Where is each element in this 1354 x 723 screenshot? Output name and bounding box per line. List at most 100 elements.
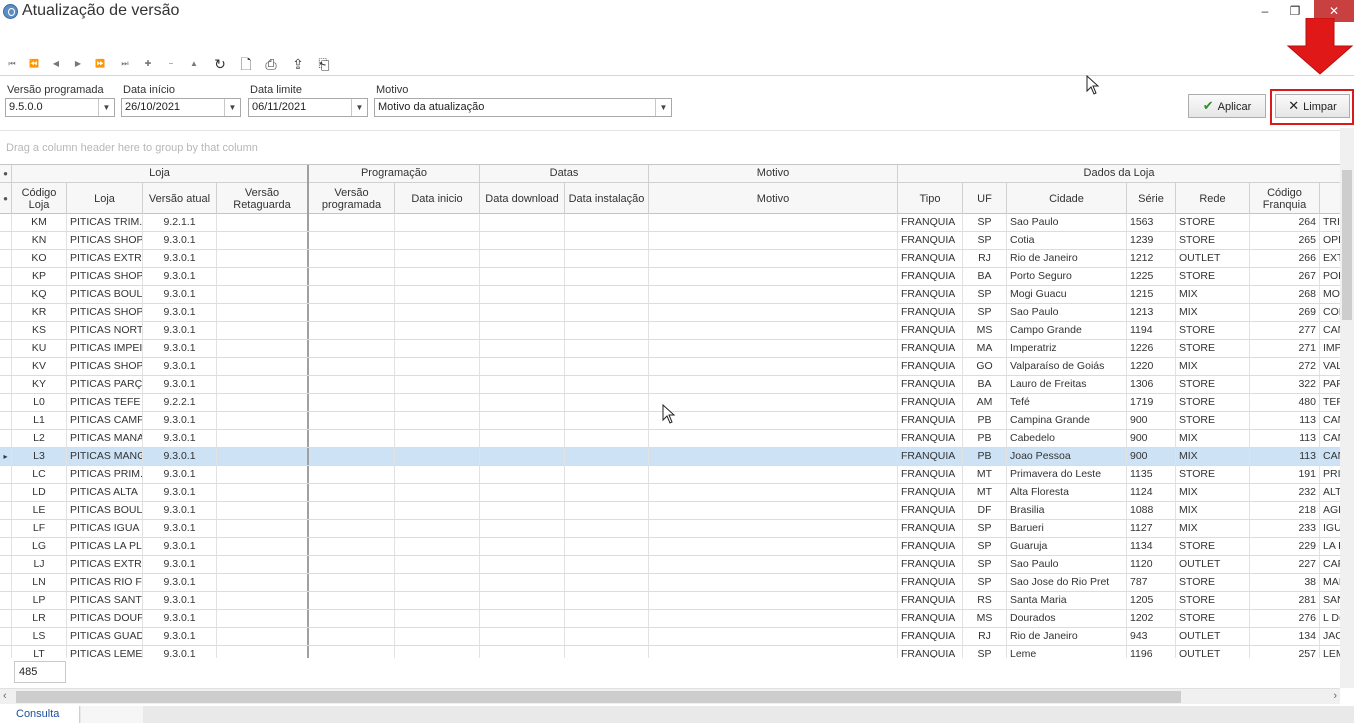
- cell-codigo-franquia[interactable]: 277: [1250, 322, 1320, 339]
- col-versao-atual[interactable]: Versão atual: [143, 183, 217, 214]
- row-indicator[interactable]: [0, 358, 12, 375]
- table-row[interactable]: KR PITICAS SHOP 9.3.0.1 FRANQUIA SP Sao Paulo…: [0, 304, 1340, 322]
- row-indicator[interactable]: [0, 232, 12, 249]
- cell-versao-programada[interactable]: [309, 286, 395, 303]
- cell-overflow[interactable]: EXT: [1320, 250, 1340, 267]
- cell-motivo[interactable]: [649, 610, 898, 627]
- cell-motivo[interactable]: [649, 592, 898, 609]
- table-row[interactable]: LN PITICAS RIO F 9.3.0.1 FRANQUIA SP Sao Jose…: [0, 574, 1340, 592]
- cell-rede[interactable]: MIX: [1176, 484, 1250, 501]
- cell-tipo[interactable]: FRANQUIA: [898, 448, 963, 465]
- cell-data-inicio[interactable]: [395, 466, 480, 483]
- cell-rede[interactable]: STORE: [1176, 340, 1250, 357]
- cell-serie[interactable]: 1215: [1127, 286, 1176, 303]
- table-row[interactable]: KN PITICAS SHOP 9.3.0.1 FRANQUIA SP Cotia 1239…: [0, 232, 1340, 250]
- cell-data-inicio[interactable]: [395, 250, 480, 267]
- cell-overflow[interactable]: MO: [1320, 286, 1340, 303]
- cell-rede[interactable]: MIX: [1176, 304, 1250, 321]
- cell-versao-retaguarda[interactable]: [217, 520, 309, 537]
- row-indicator[interactable]: [0, 502, 12, 519]
- cell-data-inicio[interactable]: [395, 628, 480, 645]
- cell-tipo[interactable]: FRANQUIA: [898, 466, 963, 483]
- cell-codigo-franquia[interactable]: 38: [1250, 574, 1320, 591]
- row-indicator[interactable]: [0, 574, 12, 591]
- row-indicator[interactable]: [0, 304, 12, 321]
- cell-rede[interactable]: STORE: [1176, 412, 1250, 429]
- cell-data-inicio[interactable]: [395, 304, 480, 321]
- band-programacao[interactable]: Programação: [309, 165, 480, 183]
- cell-loja[interactable]: PITICAS ALTA: [67, 484, 143, 501]
- cell-codigo-franquia[interactable]: 113: [1250, 412, 1320, 429]
- cell-uf[interactable]: GO: [963, 358, 1007, 375]
- cell-data-inicio[interactable]: [395, 556, 480, 573]
- table-row[interactable]: KQ PITICAS BOUL 9.3.0.1 FRANQUIA SP Mogi Guac…: [0, 286, 1340, 304]
- cell-versao-atual[interactable]: 9.3.0.1: [143, 412, 217, 429]
- cell-data-inicio[interactable]: [395, 592, 480, 609]
- band-loja[interactable]: Loja: [12, 165, 309, 183]
- cell-uf[interactable]: SP: [963, 646, 1007, 658]
- cell-overflow[interactable]: JAC: [1320, 628, 1340, 645]
- cell-versao-programada[interactable]: [309, 448, 395, 465]
- cell-versao-retaguarda[interactable]: [217, 430, 309, 447]
- cell-uf[interactable]: PB: [963, 430, 1007, 447]
- cell-codigo-franquia[interactable]: 266: [1250, 250, 1320, 267]
- cell-codigo-franquia[interactable]: 232: [1250, 484, 1320, 501]
- cell-loja[interactable]: PITICAS IMPEI: [67, 340, 143, 357]
- cell-cidade[interactable]: Valparaíso de Goiás: [1007, 358, 1127, 375]
- cell-data-download[interactable]: [480, 304, 565, 321]
- cell-cidade[interactable]: Dourados: [1007, 610, 1127, 627]
- cell-codigo-loja[interactable]: L3: [12, 448, 67, 465]
- cell-data-instalacao[interactable]: [565, 250, 649, 267]
- cell-serie[interactable]: 1088: [1127, 502, 1176, 519]
- row-indicator[interactable]: [0, 466, 12, 483]
- cell-versao-programada[interactable]: [309, 214, 395, 231]
- cell-data-instalacao[interactable]: [565, 484, 649, 501]
- cell-serie[interactable]: 1134: [1127, 538, 1176, 555]
- cell-serie[interactable]: 1225: [1127, 268, 1176, 285]
- cell-motivo[interactable]: [649, 646, 898, 658]
- cell-versao-programada[interactable]: [309, 304, 395, 321]
- row-indicator[interactable]: [0, 214, 12, 231]
- col-motivo[interactable]: Motivo: [649, 183, 898, 214]
- cell-versao-atual[interactable]: 9.3.0.1: [143, 232, 217, 249]
- cell-rede[interactable]: OUTLET: [1176, 250, 1250, 267]
- cell-codigo-loja[interactable]: LR: [12, 610, 67, 627]
- cell-data-instalacao[interactable]: [565, 304, 649, 321]
- cell-data-instalacao[interactable]: [565, 556, 649, 573]
- cell-serie[interactable]: 1719: [1127, 394, 1176, 411]
- cell-overflow[interactable]: CAN: [1320, 322, 1340, 339]
- data-limite-field[interactable]: 06/11/2021 ▼: [248, 98, 368, 117]
- cell-data-download[interactable]: [480, 286, 565, 303]
- cell-versao-programada[interactable]: [309, 232, 395, 249]
- cell-loja[interactable]: PITICAS MANG: [67, 448, 143, 465]
- cell-cidade[interactable]: Rio de Janeiro: [1007, 628, 1127, 645]
- cell-tipo[interactable]: FRANQUIA: [898, 376, 963, 393]
- cell-uf[interactable]: PB: [963, 412, 1007, 429]
- cell-codigo-franquia[interactable]: 229: [1250, 538, 1320, 555]
- cell-overflow[interactable]: CAF: [1320, 556, 1340, 573]
- vertical-scroll-thumb[interactable]: [1342, 170, 1352, 320]
- cell-rede[interactable]: STORE: [1176, 574, 1250, 591]
- cell-overflow[interactable]: TRI: [1320, 214, 1340, 231]
- cell-motivo[interactable]: [649, 412, 898, 429]
- col-data-instalacao[interactable]: Data instalação: [565, 183, 649, 214]
- cell-uf[interactable]: SP: [963, 232, 1007, 249]
- col-tipo[interactable]: Tipo: [898, 183, 963, 214]
- cell-data-download[interactable]: [480, 556, 565, 573]
- tab-consulta[interactable]: Consulta: [0, 706, 80, 723]
- cell-uf[interactable]: SP: [963, 286, 1007, 303]
- cell-serie[interactable]: 900: [1127, 412, 1176, 429]
- col-rede[interactable]: Rede: [1176, 183, 1250, 214]
- cell-versao-retaguarda[interactable]: [217, 574, 309, 591]
- cell-codigo-franquia[interactable]: 268: [1250, 286, 1320, 303]
- cell-data-instalacao[interactable]: [565, 448, 649, 465]
- cell-serie[interactable]: 1194: [1127, 322, 1176, 339]
- cell-data-inicio[interactable]: [395, 574, 480, 591]
- cell-versao-programada[interactable]: [309, 430, 395, 447]
- cell-overflow[interactable]: LEM: [1320, 646, 1340, 658]
- cell-data-instalacao[interactable]: [565, 610, 649, 627]
- cell-serie[interactable]: 1135: [1127, 466, 1176, 483]
- table-row[interactable]: KS PITICAS NORT 9.3.0.1 FRANQUIA MS Campo Gra…: [0, 322, 1340, 340]
- cell-uf[interactable]: SP: [963, 556, 1007, 573]
- cell-tipo[interactable]: FRANQUIA: [898, 484, 963, 501]
